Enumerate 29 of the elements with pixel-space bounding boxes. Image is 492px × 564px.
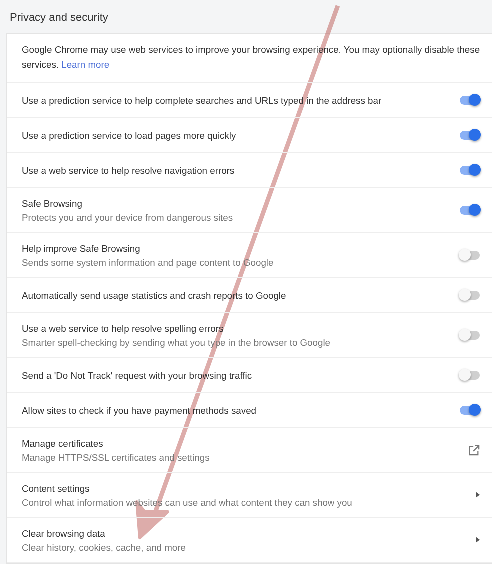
toggle-switch[interactable]: [460, 206, 480, 214]
toggle-switch[interactable]: [460, 250, 480, 260]
toggle-switch[interactable]: [460, 330, 480, 340]
setting-description: Clear history, cookies, cache, and more: [22, 542, 186, 552]
setting-label: Use a web service to help resolve navigation errors: [22, 164, 235, 176]
setting-label: Automatically send usage statistics and crash reports to Google: [22, 290, 286, 300]
intro-text: Google Chrome may use web services to improve your browsing experience. You may optionally disable these services. Learn more: [7, 34, 492, 83]
setting-label: Manage certificates: [22, 438, 104, 448]
toggle-switch[interactable]: [460, 130, 480, 140]
external-link-icon[interactable]: [469, 444, 480, 456]
toggle-switch[interactable]: [460, 370, 480, 380]
setting-label: Safe Browsing: [22, 198, 84, 208]
setting-label: Content settings: [22, 482, 91, 494]
caret-icon[interactable]: [476, 537, 480, 543]
setting-label: Clear browsing data: [22, 528, 106, 538]
toggle-switch[interactable]: [460, 406, 480, 414]
setting-description: Protects you and your device from dangerous sites: [22, 212, 234, 222]
section-title: Privacy and security: [9, 11, 110, 26]
setting-label: Allow sites to check if you have payment methods saved: [22, 404, 256, 416]
setting-label: Use a prediction service to load pages more quickly: [22, 130, 236, 140]
setting-label: Help improve Safe Browsing: [22, 242, 142, 254]
toggle-switch[interactable]: [460, 290, 480, 300]
learn-more-link[interactable]: Learn more: [62, 58, 110, 70]
setting-label: Use a web service to help resolve spelling errors: [22, 322, 225, 334]
caret-icon[interactable]: [476, 492, 480, 498]
setting-label: Use a prediction service to help complete searches and URLs typed in the address bar: [22, 94, 382, 106]
setting-label: Send a 'Do Not Track' request with your browsing traffic: [22, 370, 252, 380]
toggle-switch[interactable]: [460, 166, 480, 174]
toggle-switch[interactable]: [460, 96, 480, 104]
